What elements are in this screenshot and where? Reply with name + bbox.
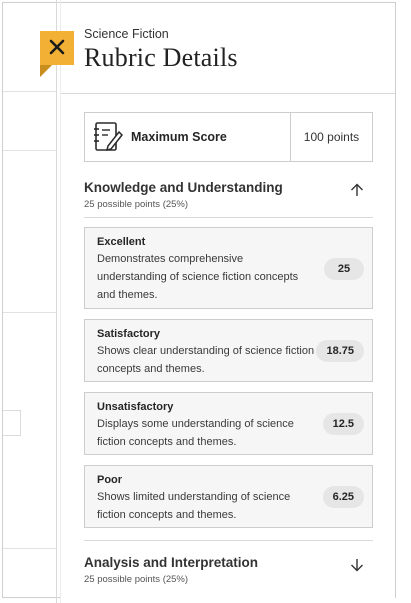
level-description: Shows clear understanding of science fic…: [97, 345, 315, 375]
arrow-down-icon: [351, 559, 363, 572]
background-rule: [3, 150, 56, 151]
criterion-divider: [84, 540, 373, 541]
rubric-level-unsatisfactory: Unsatisfactory Displays some understandi…: [84, 392, 373, 455]
maximum-score-label: Maximum Score: [131, 130, 227, 144]
rubric-level-poor: Poor Shows limited understanding of scie…: [84, 465, 373, 528]
level-points-badge: 25: [324, 258, 364, 280]
header-divider: [61, 93, 395, 94]
level-description: Demonstrates comprehensive understanding…: [97, 253, 299, 301]
collapse-button[interactable]: [347, 180, 367, 200]
background-rule: [3, 91, 56, 92]
maximum-score-value: 100 points: [290, 113, 372, 161]
criterion-title: Analysis and Interpretation: [84, 555, 259, 570]
background-divider: [56, 0, 57, 603]
criterion-title: Knowledge and Understanding: [84, 180, 283, 195]
close-button[interactable]: [40, 31, 74, 79]
level-points-badge: 18.75: [316, 340, 364, 362]
close-icon: [40, 31, 74, 77]
app-window: Science Fiction Rubric Details Maximum S…: [0, 0, 411, 603]
page-title: Rubric Details: [84, 43, 238, 72]
arrow-up-icon: [351, 183, 363, 196]
criterion-divider: [84, 217, 373, 218]
level-name: Unsatisfactory: [97, 401, 174, 413]
rubric-level-satisfactory: Satisfactory Shows clear understanding o…: [84, 319, 373, 382]
rubric-edit-icon: [94, 122, 123, 152]
criterion-header[interactable]: Analysis and Interpretation 25 possible …: [84, 555, 373, 585]
background-tab: [3, 410, 21, 436]
maximum-score-box: Maximum Score 100 points: [84, 112, 373, 162]
level-name: Satisfactory: [97, 328, 160, 340]
level-points-badge: 12.5: [322, 413, 364, 435]
level-description: Displays some understanding of science f…: [97, 418, 294, 448]
criterion-possible-points: 25 possible points (25%): [84, 574, 189, 585]
level-points-badge: 6.25: [322, 486, 364, 508]
level-name: Poor: [97, 474, 123, 486]
maximum-score-label-cell: Maximum Score: [85, 113, 290, 161]
expand-button[interactable]: [347, 555, 367, 575]
level-description: Shows limited understanding of science f…: [97, 491, 291, 521]
background-rule: [3, 548, 56, 549]
rubric-level-excellent: Excellent Demonstrates comprehensive und…: [84, 227, 373, 309]
criterion-header[interactable]: Knowledge and Understanding 25 possible …: [84, 180, 373, 218]
criterion-possible-points: 25 possible points (25%): [84, 199, 189, 210]
level-name: Excellent: [97, 236, 146, 248]
course-subtitle: Science Fiction: [84, 27, 169, 41]
background-rule: [3, 312, 56, 313]
